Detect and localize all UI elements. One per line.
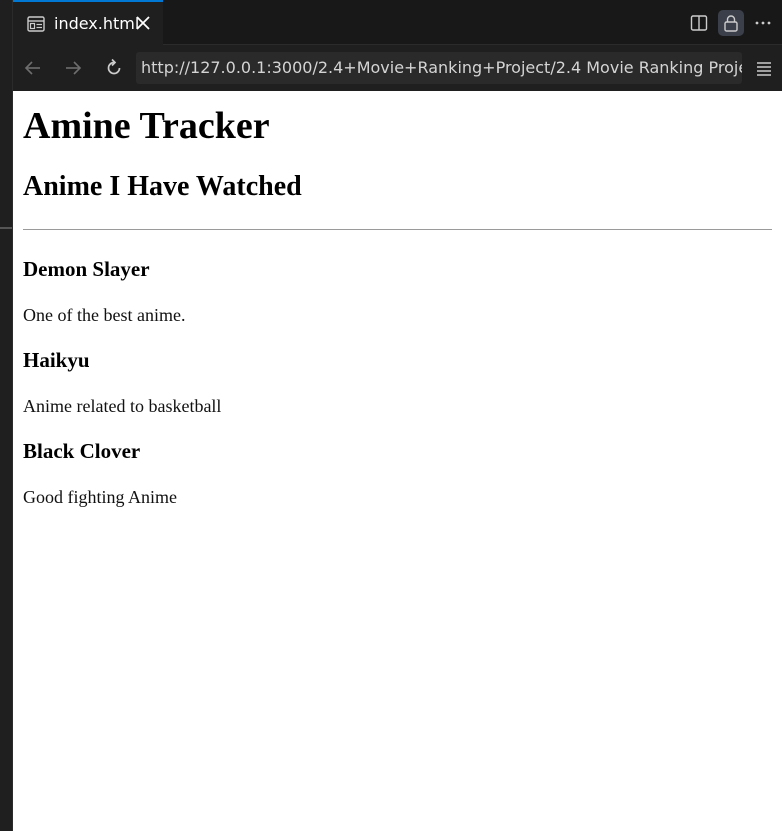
url-input[interactable]: http://127.0.0.1:3000/2.4+Movie+Ranking+… [136,52,742,84]
page-subtitle: Anime I Have Watched [23,171,302,202]
anime-title: Demon Slayer [23,257,150,281]
anime-list: Demon Slayer One of the best anime. Haik… [23,256,772,508]
editor-actions [686,0,782,45]
menu-icon [757,62,771,76]
split-editor-button[interactable] [686,10,712,36]
anime-description: Anime related to basketball [23,396,222,416]
anime-description: Good fighting Anime [23,487,177,507]
gutter-marker [0,227,12,229]
back-button[interactable] [19,54,47,82]
more-actions-button[interactable] [750,10,776,36]
split-editor-icon [690,14,708,31]
list-item: Haikyu Anime related to basketball [23,347,772,417]
list-item: Demon Slayer One of the best anime. [23,256,772,326]
tab-index-html[interactable]: index.html [13,0,163,45]
refresh-icon [107,58,121,75]
browser-nav-bar: http://127.0.0.1:3000/2.4+Movie+Ranking+… [13,45,782,91]
anime-title: Haikyu [23,348,90,372]
list-item: Black Clover Good fighting Anime [23,438,772,508]
divider [23,229,772,230]
more-icon [755,21,771,24]
anime-title: Black Clover [23,439,141,463]
lock-group-button[interactable] [718,9,744,36]
tab-bar: index.html [13,0,782,45]
editor-gutter [0,0,13,831]
forward-button[interactable] [59,54,87,82]
tab-title: index.html [54,14,140,33]
anime-description: One of the best anime. [23,305,186,325]
page-viewport: Amine Tracker Anime I Have Watched Demon… [13,91,782,831]
page-title: Amine Tracker [23,105,270,147]
arrow-left-icon [24,61,40,75]
preview-icon [27,15,45,32]
close-icon[interactable] [133,13,153,33]
reload-button[interactable] [100,54,128,82]
lock-icon [724,14,738,32]
arrow-right-icon [66,61,82,75]
browser-menu-button[interactable] [750,54,778,82]
